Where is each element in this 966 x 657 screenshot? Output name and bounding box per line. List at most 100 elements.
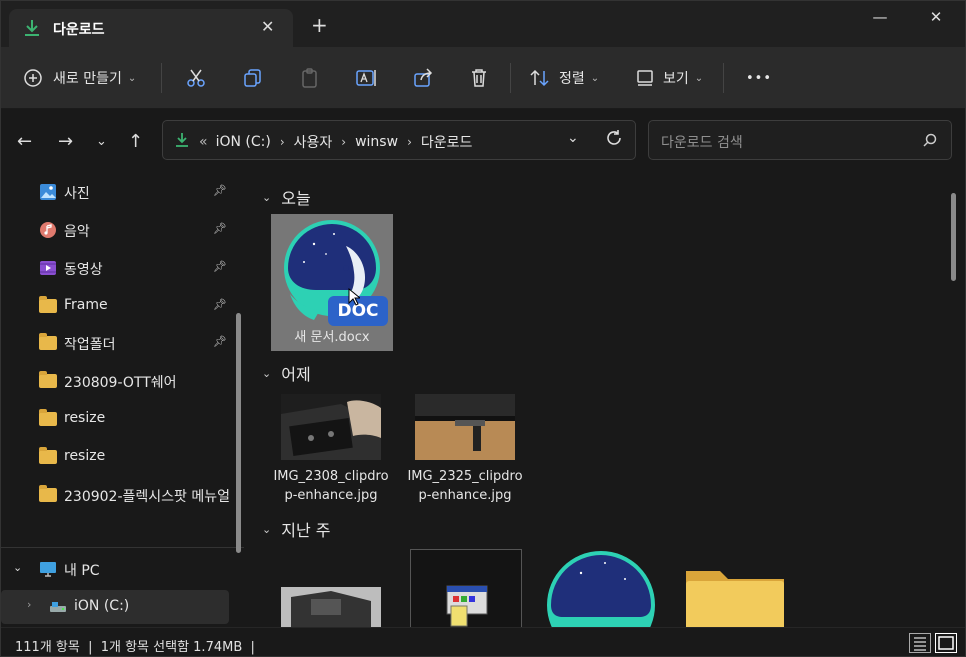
sidebar-item-label: 동영상: [64, 262, 103, 278]
title-bar: 다운로드 ✕ + — ✕: [1, 1, 965, 47]
status-text: 111개 항목 | 1개 항목 선택함 1.74MB |: [15, 640, 255, 655]
sidebar-item-label: 내 PC: [64, 563, 100, 579]
group-header-today[interactable]: ⌄ 오늘: [262, 185, 311, 209]
chevron-down-icon: ⌄: [127, 72, 137, 84]
file-item-new-document[interactable]: DOC 새 문서.docx: [271, 214, 393, 351]
whale-browser-icon: [545, 549, 657, 627]
group-header-yesterday[interactable]: ⌄ 어제: [262, 361, 311, 385]
forward-arrow-icon[interactable]: →: [58, 131, 73, 152]
group-header-last-week[interactable]: ⌄ 지난 주: [262, 517, 330, 541]
new-tab-button[interactable]: +: [311, 15, 328, 35]
sidebar-item-photos[interactable]: 사진 📌︎: [1, 175, 233, 209]
file-item-installer[interactable]: [410, 549, 522, 627]
sidebar-scrollbar[interactable]: [236, 313, 241, 553]
sidebar-item-flexispot-manual[interactable]: 230902-플렉시스팟 메뉴얼: [1, 478, 233, 512]
group-label: 오늘: [281, 189, 311, 208]
paste-button[interactable]: [299, 65, 321, 91]
address-dropdown-chevron-icon[interactable]: ⌄: [567, 130, 579, 146]
breadcrumb-drive[interactable]: iON (C:): [216, 134, 271, 150]
breadcrumb-downloads[interactable]: 다운로드: [421, 132, 473, 152]
folder-icon: [39, 485, 57, 504]
plus-circle-icon: [23, 68, 43, 88]
share-button[interactable]: [412, 65, 434, 91]
breadcrumb-users[interactable]: 사용자: [294, 132, 333, 152]
sidebar-item-drive-c[interactable]: › iON (C:): [1, 590, 229, 624]
sidebar-item-label: 사진: [64, 186, 90, 202]
sidebar-item-label: resize: [64, 410, 106, 426]
overflow-chevron-icon[interactable]: «: [199, 134, 208, 150]
sidebar-item-this-pc[interactable]: ⌄ 내 PC: [1, 552, 233, 586]
sidebar-item-music[interactable]: 음악 📌︎: [1, 213, 233, 247]
collapse-chevron-icon: ⌄: [262, 366, 272, 380]
delete-button[interactable]: [469, 65, 489, 91]
close-button[interactable]: ✕: [911, 1, 961, 33]
more-options-button[interactable]: •••: [746, 65, 772, 91]
sidebar-item-videos[interactable]: 동영상 📌︎: [1, 251, 233, 285]
folder-icon: [39, 371, 57, 390]
view-button[interactable]: 보기 ⌄: [635, 65, 703, 91]
breadcrumb-separator: ›: [341, 135, 347, 149]
back-arrow-icon[interactable]: ←: [17, 131, 32, 152]
file-item-whale-app[interactable]: [542, 549, 664, 627]
sort-label: 정렬: [559, 71, 585, 87]
drive-icon: [49, 598, 67, 616]
folder-icon: [39, 447, 57, 466]
expand-chevron-right-icon[interactable]: ›: [27, 598, 31, 611]
new-button-label: 새로 만들기: [53, 71, 122, 87]
tab-downloads[interactable]: 다운로드 ✕: [9, 9, 293, 47]
copy-icon: [242, 67, 264, 89]
whale-doc-icon: DOC: [276, 216, 388, 328]
status-bar: 111개 항목 | 1개 항목 선택함 1.74MB |: [1, 627, 965, 656]
tab-close-icon[interactable]: ✕: [261, 17, 274, 36]
search-box[interactable]: 다운로드 검색: [648, 120, 952, 160]
group-label: 지난 주: [281, 521, 331, 540]
search-input[interactable]: 다운로드 검색: [661, 132, 743, 152]
rename-button[interactable]: [355, 65, 379, 91]
file-item-last-week-photo[interactable]: [270, 587, 392, 627]
sidebar-item-label: 음악: [64, 224, 90, 240]
sidebar-item-ott-share[interactable]: 230809-OTT쉐어: [1, 364, 233, 398]
breadcrumb-user[interactable]: winsw: [355, 134, 398, 150]
pin-icon[interactable]: 📌︎: [213, 260, 227, 273]
recent-locations-chevron-icon[interactable]: ⌄: [96, 134, 107, 149]
sort-button[interactable]: 정렬 ⌄: [529, 65, 599, 91]
file-list-scrollbar[interactable]: [951, 193, 956, 281]
new-button[interactable]: 새로 만들기 ⌄: [23, 65, 136, 91]
image-thumbnail: [281, 587, 381, 627]
file-item-folder[interactable]: [684, 565, 806, 627]
command-bar: 새로 만들기 ⌄ 정렬 ⌄ 보기 ⌄ •••: [1, 47, 965, 109]
image-thumbnail: [415, 394, 515, 460]
sidebar-item-resize-2[interactable]: resize: [1, 440, 233, 474]
folder-icon: [39, 409, 57, 428]
installer-icon: [445, 584, 489, 627]
chevron-down-icon: ⌄: [590, 72, 600, 84]
pin-icon[interactable]: 📌︎: [213, 298, 227, 311]
breadcrumb-separator: ›: [279, 135, 285, 149]
cut-button[interactable]: [185, 65, 207, 91]
refresh-icon[interactable]: [605, 129, 623, 151]
rename-icon: [355, 67, 379, 89]
download-icon: [175, 132, 189, 152]
sidebar-item-frame[interactable]: Frame 📌︎: [1, 289, 233, 323]
up-arrow-icon[interactable]: ↑: [128, 131, 143, 152]
photos-icon: [39, 183, 57, 201]
large-icons-view-icon[interactable]: [935, 633, 957, 653]
sidebar-item-label: 작업폴더: [64, 337, 116, 353]
pin-icon[interactable]: 📌︎: [213, 184, 227, 197]
pin-icon[interactable]: 📌︎: [213, 222, 227, 235]
computer-icon: [39, 560, 57, 578]
sidebar-item-resize[interactable]: resize: [1, 402, 233, 436]
sidebar-item-work-folder[interactable]: 작업폴더 📌︎: [1, 326, 233, 360]
copy-button[interactable]: [242, 65, 264, 91]
file-item-img-2325[interactable]: IMG_2325_clipdrop-enhance.jpg: [404, 394, 526, 505]
address-bar[interactable]: « iON (C:) › 사용자 › winsw › 다운로드 ⌄: [162, 120, 636, 160]
details-view-icon[interactable]: [909, 633, 931, 653]
pin-icon[interactable]: 📌︎: [213, 335, 227, 348]
file-name: 새 문서.docx: [294, 330, 370, 345]
file-name: IMG_2308_clipdrop-enhance.jpg: [273, 469, 389, 503]
maximize-button[interactable]: [856, 1, 906, 33]
file-item-img-2308[interactable]: IMG_2308_clipdrop-enhance.jpg: [270, 394, 392, 505]
sidebar-item-label: 230809-OTT쉐어: [64, 375, 177, 391]
view-icon: [635, 68, 655, 88]
expand-chevron-down-icon[interactable]: ⌄: [13, 561, 22, 574]
